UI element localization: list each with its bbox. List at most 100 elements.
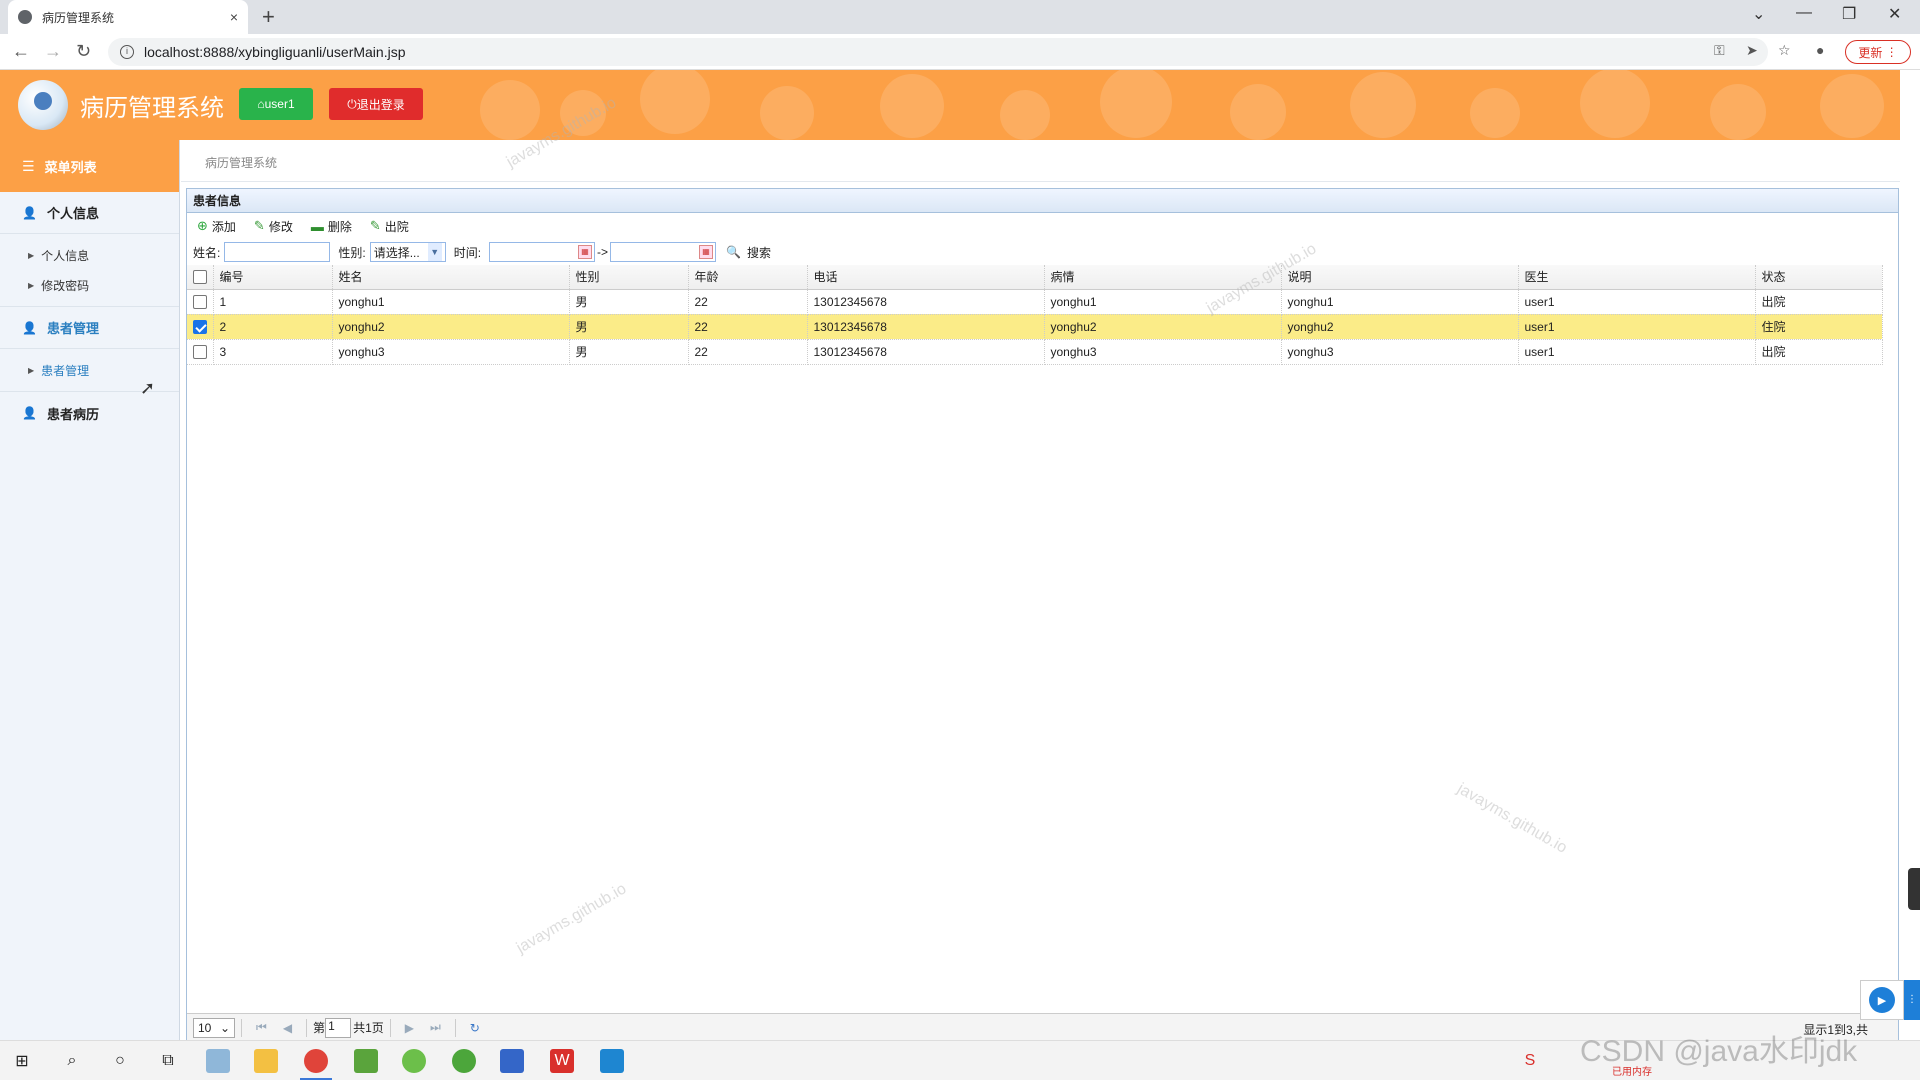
url-field[interactable]: i localhost:8888/xybingliguanli/userMain… <box>108 38 1768 66</box>
browser-tabbar: 病历管理系统 × + ⌄ — ❐ ✕ <box>0 0 1920 34</box>
update-button[interactable]: 更新 ⋮ <box>1845 40 1911 64</box>
prev-page-icon[interactable]: ◀ <box>283 1021 292 1035</box>
edge-handle[interactable] <box>1908 868 1920 910</box>
column-header[interactable]: 性别 <box>569 265 689 290</box>
globe-icon <box>18 10 32 24</box>
first-page-icon[interactable]: ⏮ <box>256 1020 267 1035</box>
last-page-icon[interactable]: ⏭ <box>430 1020 441 1035</box>
gender-select[interactable]: 请选择... ▼ <box>369 242 446 262</box>
divider <box>454 1018 456 1037</box>
forward-icon[interactable]: → <box>44 41 62 62</box>
page-size-select[interactable]: 10 ⌄ <box>193 1017 235 1038</box>
table-row[interactable]: 3 yonghu3 男 22 13012345678 yonghu3 yongh… <box>187 339 1883 365</box>
end-date-input[interactable]: ▦ <box>610 242 717 262</box>
column-header[interactable]: 医生 <box>1518 265 1756 290</box>
caret-right-icon: ▶ <box>28 280 35 290</box>
table-row[interactable]: 1 yonghu1 男 22 13012345678 yonghu1 yongh… <box>187 289 1883 315</box>
notepad-icon[interactable] <box>354 1049 378 1073</box>
start-date-input[interactable]: ▦ <box>489 242 596 262</box>
add-button[interactable]: ⊕ 添加 <box>197 218 236 235</box>
app-header: 病历管理系统 ⌂ user1 ⏻ 退出登录 <box>0 70 1900 140</box>
file-explorer-icon[interactable] <box>254 1049 278 1073</box>
sidebar-group-personal[interactable]: 👤 个人信息 <box>0 192 179 234</box>
info-icon[interactable]: i <box>120 45 134 59</box>
meeting-icon[interactable] <box>600 1049 624 1073</box>
app-icon[interactable] <box>500 1049 524 1073</box>
select-all-cell <box>187 265 214 290</box>
refresh-icon[interactable]: ↻ <box>470 1021 480 1035</box>
tab-search-icon[interactable]: ⌄ <box>1752 4 1765 24</box>
row-select-cell <box>187 314 214 340</box>
delete-button[interactable]: ▬ 删除 <box>311 218 352 235</box>
column-header[interactable]: 电话 <box>807 265 1045 290</box>
browser-tab[interactable]: 病历管理系统 × <box>8 0 248 34</box>
app-icon[interactable] <box>206 1049 230 1073</box>
user-button[interactable]: ⌂ user1 <box>239 88 313 120</box>
calendar-icon[interactable]: ▦ <box>699 245 714 259</box>
cell-age: 22 <box>688 314 808 340</box>
logout-button[interactable]: ⏻ 退出登录 <box>329 88 423 120</box>
tab-title: 病历管理系统 <box>42 10 115 25</box>
restore-icon[interactable]: ❐ <box>1842 4 1856 24</box>
row-checkbox[interactable] <box>193 344 207 359</box>
name-input[interactable] <box>224 242 331 262</box>
sidebar-group-patient-management[interactable]: 👤 患者管理 <box>0 307 179 349</box>
floating-more-icon[interactable]: ⋮ <box>1904 980 1920 1020</box>
column-header[interactable]: 年龄 <box>688 265 808 290</box>
cell-note: yonghu2 <box>1281 314 1519 340</box>
cell-name: yonghu3 <box>332 339 570 365</box>
search-button[interactable]: 🔍 搜索 <box>726 244 771 261</box>
page-number-input[interactable]: 1 <box>325 1017 352 1038</box>
panel-title: 患者信息 <box>187 189 1898 213</box>
minimize-icon[interactable]: — <box>1796 4 1812 22</box>
patient-panel: 患者信息 ⊕ 添加 ✎ 修改 ▬ 删除 ✎ 出院 姓名: 性别: 请选择... … <box>186 188 1899 1042</box>
column-header[interactable]: 编号 <box>213 265 333 290</box>
key-icon[interactable]: ⚿ <box>1714 42 1725 59</box>
app-title: 病历管理系统 <box>80 94 224 122</box>
range-separator: -> <box>597 245 609 259</box>
floating-player[interactable]: ▶ <box>1860 980 1904 1020</box>
tray-app-icon[interactable]: S <box>1518 1049 1542 1073</box>
cell-status: 住院 <box>1755 314 1883 340</box>
sidebar-item-change-password[interactable]: ▶ 修改密码 <box>0 270 179 300</box>
divider <box>306 1018 308 1037</box>
app-icon[interactable] <box>402 1049 426 1073</box>
column-header[interactable]: 状态 <box>1755 265 1883 290</box>
reload-icon[interactable]: ↻ <box>76 41 91 62</box>
cortana-icon[interactable]: ○ <box>108 1049 132 1073</box>
back-icon[interactable]: ← <box>12 41 30 62</box>
column-header[interactable]: 姓名 <box>332 265 570 290</box>
discharge-button[interactable]: ✎ 出院 <box>370 218 409 235</box>
wps-icon[interactable]: W <box>550 1049 574 1073</box>
cell-condition: yonghu3 <box>1044 339 1282 365</box>
new-tab-button[interactable]: + <box>262 4 275 30</box>
search-icon[interactable]: ⌕ <box>60 1049 84 1073</box>
calendar-icon[interactable]: ▦ <box>578 245 593 259</box>
column-header[interactable]: 说明 <box>1281 265 1519 290</box>
list-icon: ☰ <box>22 157 35 174</box>
row-checkbox[interactable] <box>193 294 207 309</box>
patient-table: 编号 姓名 性别 年龄 电话 病情 说明 医生 状态 1 yonghu1 男 2… <box>187 265 1883 365</box>
cell-name: yonghu2 <box>332 314 570 340</box>
edit-button[interactable]: ✎ 修改 <box>254 218 293 235</box>
app-icon[interactable] <box>452 1049 476 1073</box>
select-all-checkbox[interactable] <box>193 270 207 285</box>
windows-start-icon[interactable]: ⊞ <box>10 1049 34 1073</box>
row-select-cell <box>187 339 214 365</box>
row-checkbox[interactable] <box>193 319 207 334</box>
tab-close-icon[interactable]: × <box>230 9 238 25</box>
cell-doctor: user1 <box>1518 314 1756 340</box>
pencil-icon: ✎ <box>369 218 381 233</box>
row-select-cell <box>187 289 214 315</box>
app-logo <box>18 80 68 130</box>
table-row[interactable]: 2 yonghu2 男 22 13012345678 yonghu2 yongh… <box>187 314 1883 340</box>
profile-icon[interactable]: ● <box>1816 42 1824 58</box>
task-view-icon[interactable]: ⧉ <box>156 1049 180 1073</box>
star-icon[interactable]: ☆ <box>1778 42 1791 59</box>
cell-gender: 男 <box>569 339 689 365</box>
send-icon[interactable]: ➤ <box>1746 42 1758 59</box>
chrome-icon[interactable] <box>304 1049 328 1073</box>
next-page-icon[interactable]: ▶ <box>405 1021 414 1035</box>
close-window-icon[interactable]: ✕ <box>1888 4 1901 24</box>
sidebar-item-personal-info[interactable]: ▶ 个人信息 <box>0 240 179 270</box>
